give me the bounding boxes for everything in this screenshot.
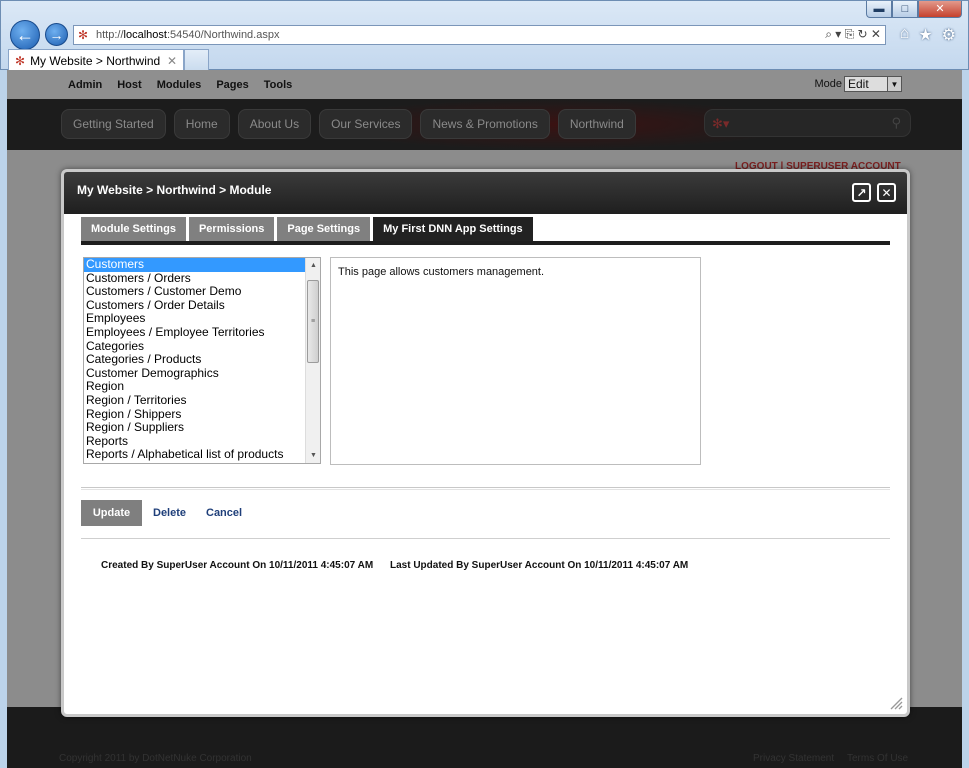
dialog-header: My Website > Northwind > Module ↗ ✕ xyxy=(64,172,907,214)
list-item[interactable]: Reports xyxy=(84,434,306,449)
search-logo-icon: ✻▾ xyxy=(712,116,730,131)
list-item[interactable]: Region xyxy=(84,380,306,394)
list-item[interactable]: Customers xyxy=(84,258,306,272)
home-icon[interactable]: ⌂ xyxy=(900,25,910,45)
url-path: :54540/Northwind.aspx xyxy=(166,29,280,41)
copyright-text: Copyright 2011 by DotNetNuke Corporation xyxy=(59,753,252,764)
menu-host[interactable]: Host xyxy=(117,79,141,91)
nav-items: Getting Started Home About Us Our Servic… xyxy=(61,109,636,139)
list-item[interactable]: Customers / Order Details xyxy=(84,298,306,313)
tab-permissions[interactable]: Permissions xyxy=(188,217,275,241)
update-button[interactable]: Update xyxy=(81,500,142,526)
chevron-down-icon: ▼ xyxy=(887,77,901,91)
mode-select[interactable]: Edit ▼ xyxy=(844,76,902,92)
tab-module-settings[interactable]: Module Settings xyxy=(81,217,186,241)
delete-link[interactable]: Delete xyxy=(153,507,186,519)
address-tools[interactable]: ⌕ ▾ ⎘ ↻ ✕ xyxy=(825,27,881,42)
site-navigation: Getting Started Home About Us Our Servic… xyxy=(7,99,962,150)
list-item[interactable]: Region / Territories xyxy=(84,393,306,408)
list-item[interactable]: Region / Suppliers xyxy=(84,421,306,435)
scroll-down-icon[interactable]: ▼ xyxy=(306,448,320,463)
nav-about-us[interactable]: About Us xyxy=(237,109,312,139)
site-search-input[interactable]: ✻▾ ⚲ xyxy=(704,109,911,137)
menu-admin[interactable]: Admin xyxy=(68,79,102,91)
nav-getting-started[interactable]: Getting Started xyxy=(61,109,166,139)
nav-our-services[interactable]: Our Services xyxy=(319,109,413,139)
pages-listbox[interactable]: Customers Customers / Orders Customers / C… xyxy=(83,257,321,464)
nav-home[interactable]: Home xyxy=(173,109,230,139)
mode-label: Mode xyxy=(814,78,842,90)
list-item[interactable]: Region / Shippers xyxy=(84,407,306,422)
minimize-button[interactable]: ▬ xyxy=(866,1,892,18)
list-item[interactable]: Customers / Orders xyxy=(84,271,306,286)
url-text[interactable]: http://localhost:54540/Northwind.aspx xyxy=(96,29,279,41)
new-tab-button[interactable] xyxy=(184,49,209,71)
browser-toolbar: ⌂ ★ ⚙ xyxy=(900,25,956,45)
forward-button[interactable]: → xyxy=(45,23,68,46)
window-controls: ▬ □ ✕ xyxy=(866,1,962,18)
listbox-items: Customers Customers / Orders Customers / C… xyxy=(84,258,306,462)
tab-page-settings[interactable]: Page Settings xyxy=(277,217,371,241)
updated-by-text: Last Updated By SuperUser Account On 10/… xyxy=(390,560,689,571)
cancel-link[interactable]: Cancel xyxy=(206,507,242,519)
search-icon[interactable]: ⚲ xyxy=(891,115,901,131)
list-item[interactable]: Employees xyxy=(84,312,306,326)
close-window-button[interactable]: ✕ xyxy=(918,1,962,18)
resize-grip-icon[interactable] xyxy=(889,696,903,710)
favorites-star-icon[interactable]: ★ xyxy=(918,25,932,45)
control-menu: Admin Host Modules Pages Tools xyxy=(68,79,292,91)
list-item[interactable]: Reports / Alphabetical list of products xyxy=(84,448,306,462)
mode-control: Mode Edit ▼ xyxy=(814,76,902,92)
menu-pages[interactable]: Pages xyxy=(216,79,248,91)
settings-tabs: Module Settings Permissions Page Setting… xyxy=(81,217,533,241)
browser-tab-title: My Website > Northwind xyxy=(30,53,161,68)
divider xyxy=(81,487,890,490)
tab-underline xyxy=(81,241,890,245)
privacy-link[interactable]: Privacy Statement xyxy=(753,753,834,764)
maximize-button[interactable]: □ xyxy=(892,1,918,18)
divider xyxy=(81,538,890,539)
mode-value: Edit xyxy=(848,77,869,91)
url-prefix: http:// xyxy=(96,29,124,41)
tab-app-settings[interactable]: My First DNN App Settings xyxy=(373,217,533,241)
control-bar: Admin Host Modules Pages Tools Mode Edit… xyxy=(7,70,962,99)
site-favicon-icon: ✻ xyxy=(78,28,89,42)
list-item[interactable]: Categories xyxy=(84,339,306,354)
menu-tools[interactable]: Tools xyxy=(264,79,293,91)
page-description: This page allows customers management. xyxy=(330,257,701,465)
dialog-title: My Website > Northwind > Module xyxy=(77,183,272,197)
list-item[interactable]: Categories / Products xyxy=(84,353,306,367)
url-host: localhost xyxy=(123,29,167,41)
close-dialog-icon[interactable]: ✕ xyxy=(877,183,896,202)
browser-chrome: ▬ □ ✕ ← → ✻ http://localhost:54540/North… xyxy=(0,0,969,71)
listbox-scrollbar[interactable]: ▲ ≡ ▼ xyxy=(305,258,320,463)
scroll-thumb[interactable]: ≡ xyxy=(307,280,319,363)
list-item[interactable]: Employees / Employee Territories xyxy=(84,325,306,340)
tools-gear-icon[interactable]: ⚙ xyxy=(942,25,956,45)
tab-favicon-icon: ✻ xyxy=(15,53,26,68)
nav-northwind[interactable]: Northwind xyxy=(557,109,636,139)
nav-news-promotions[interactable]: News & Promotions xyxy=(420,109,550,139)
tab-close-icon[interactable]: ✕ xyxy=(167,54,177,68)
maximize-dialog-icon[interactable]: ↗ xyxy=(852,183,871,202)
module-settings-dialog: My Website > Northwind > Module ↗ ✕ Modu… xyxy=(61,169,910,717)
address-bar[interactable]: ✻ http://localhost:54540/Northwind.aspx … xyxy=(73,25,886,45)
list-item[interactable]: Customer Demographics xyxy=(84,366,306,381)
menu-modules[interactable]: Modules xyxy=(157,79,202,91)
scroll-up-icon[interactable]: ▲ xyxy=(306,258,320,273)
created-by-text: Created By SuperUser Account On 10/11/20… xyxy=(101,560,374,571)
back-button[interactable]: ← xyxy=(10,20,40,50)
list-item[interactable]: Customers / Customer Demo xyxy=(84,285,306,299)
browser-tab[interactable]: ✻ My Website > Northwind ✕ xyxy=(8,49,184,71)
terms-link[interactable]: Terms Of Use xyxy=(847,753,908,764)
